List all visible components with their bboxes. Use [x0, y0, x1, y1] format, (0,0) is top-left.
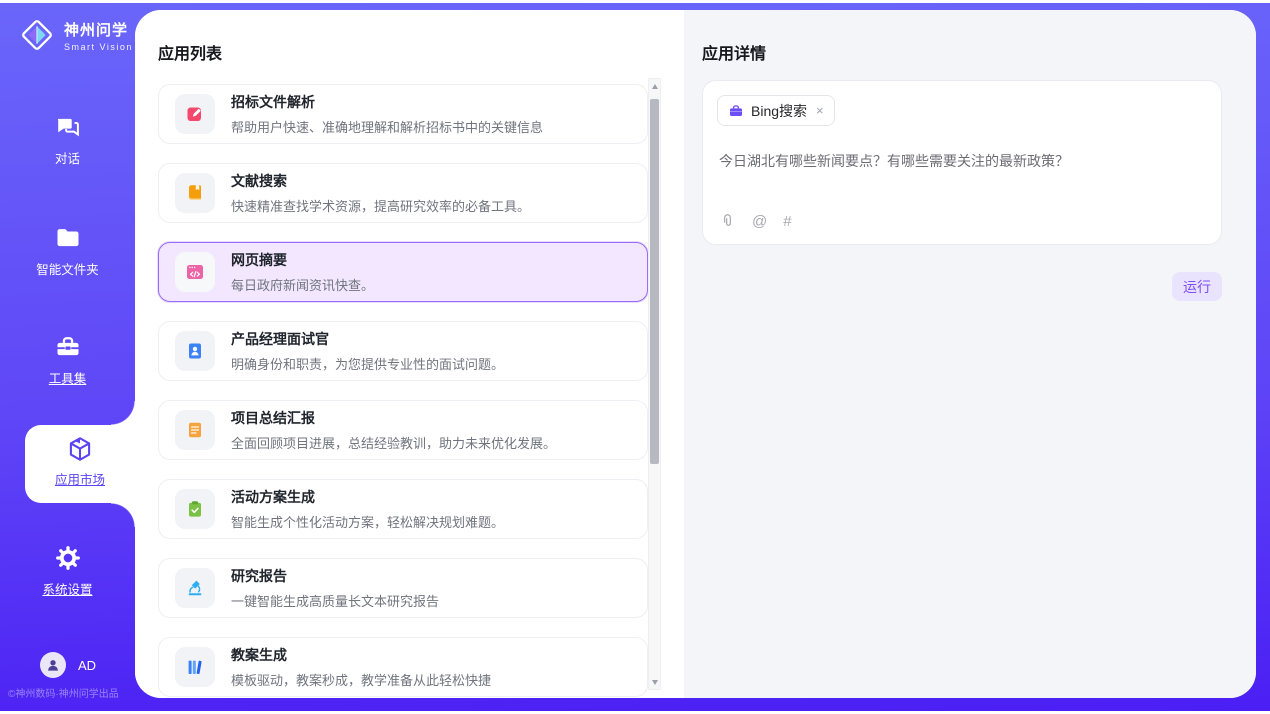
app-card-project-summary[interactable]: 项目总结汇报 全面回顾项目进展，总结经验教训，助力未来优化发展。: [158, 400, 648, 460]
prompt-editor-card: Bing搜索 × 今日湖北有哪些新闻要点？有哪些需要关注的最新政策？ @ #: [702, 80, 1222, 245]
briefcase-icon: [728, 103, 744, 119]
scroll-up-icon[interactable]: [649, 80, 660, 92]
app-card-title: 活动方案生成: [231, 487, 504, 507]
edit-document-icon: [175, 94, 215, 134]
sidebar-item-smart-folder[interactable]: 智能文件夹: [0, 224, 135, 278]
brand-subtitle: Smart Vision: [64, 42, 133, 52]
app-card-desc: 帮助用户快速、准确地理解和解析招标书中的关键信息: [231, 117, 543, 136]
sidebar-item-toolset[interactable]: 工具集: [0, 333, 135, 387]
scrollbar[interactable]: [648, 78, 661, 690]
report-note-icon: [175, 410, 215, 450]
app-card-research-report[interactable]: 研究报告 一键智能生成高质量长文本研究报告: [158, 558, 648, 618]
user-initials: AD: [78, 658, 96, 673]
app-card-desc: 智能生成个性化活动方案，轻松解决规划难题。: [231, 512, 504, 531]
tool-chip-label: Bing搜索: [751, 101, 807, 121]
sidebar-item-label: 智能文件夹: [0, 259, 135, 278]
toolbox-icon: [54, 333, 82, 361]
chat-icon: [54, 113, 82, 141]
brand-logo: 神州问学 Smart Vision: [18, 16, 133, 54]
books-icon: [175, 647, 215, 687]
browser-code-icon: [175, 252, 215, 292]
sidebar-item-label: 工具集: [0, 368, 135, 387]
app-card-title: 网页摘要: [231, 250, 374, 270]
app-card-bid-parse[interactable]: 招标文件解析 帮助用户快速、准确地理解和解析招标书中的关键信息: [158, 84, 648, 144]
query-input[interactable]: 今日湖北有哪些新闻要点？有哪些需要关注的最新政策？: [719, 151, 1199, 171]
sidebar-footer: ©神州数码·神州问学出品: [8, 685, 135, 700]
diamond-logo-icon: [18, 16, 56, 54]
main-panel: 应用列表 招标文件解析 帮助用户快速、准确地理解和解析招标书中的关键信息: [135, 10, 1256, 698]
app-card-list: 招标文件解析 帮助用户快速、准确地理解和解析招标书中的关键信息 文献搜索: [158, 84, 648, 697]
app-card-title: 教案生成: [231, 645, 491, 665]
tool-chip-bing-search[interactable]: Bing搜索 ×: [717, 95, 835, 126]
app-list-pane: 应用列表 招标文件解析 帮助用户快速、准确地理解和解析招标书中的关键信息: [135, 10, 684, 698]
brand-name: 神州问学: [64, 19, 133, 40]
app-card-title: 产品经理面试官: [231, 329, 504, 349]
person-icon: [45, 657, 61, 673]
mention-icon[interactable]: @: [752, 213, 767, 230]
app-detail-pane: 应用详情 Bing搜索 × 今日湖北有哪些新闻要点？有哪些需要关注的最新政策？: [684, 10, 1256, 698]
folder-icon: [54, 224, 82, 252]
gear-icon: [54, 544, 82, 572]
paperclip-icon[interactable]: [719, 213, 736, 230]
clipboard-check-icon: [175, 489, 215, 529]
app-card-web-summary[interactable]: 网页摘要 每日政府新闻资讯快查。: [158, 242, 648, 302]
sidebar: 神州问学 Smart Vision 对话 智能文件夹 工具: [0, 3, 135, 711]
app-card-desc: 一键智能生成高质量长文本研究报告: [231, 591, 439, 610]
app-card-literature-search[interactable]: 文献搜索 快速精准查找学术资源，提高研究效率的必备工具。: [158, 163, 648, 223]
scroll-down-icon[interactable]: [649, 676, 660, 688]
app-card-desc: 全面回顾项目进展，总结经验教训，助力未来优化发展。: [231, 433, 556, 452]
app-list-title: 应用列表: [158, 40, 222, 64]
app-window: 应用市场 神州问学 Smart Vision 对话: [0, 0, 1270, 714]
avatar: [40, 652, 66, 678]
interview-doc-icon: [175, 331, 215, 371]
app-card-desc: 每日政府新闻资讯快查。: [231, 275, 374, 294]
app-card-desc: 明确身份和职责，为您提供专业性的面试问题。: [231, 354, 504, 373]
app-card-event-plan[interactable]: 活动方案生成 智能生成个性化活动方案，轻松解决规划难题。: [158, 479, 648, 539]
user-account[interactable]: AD: [40, 652, 96, 678]
app-card-lesson-plan[interactable]: 教案生成 模板驱动，教案秒成，教学准备从此轻松快捷: [158, 637, 648, 697]
app-card-title: 招标文件解析: [231, 92, 543, 112]
scroll-thumb[interactable]: [650, 99, 659, 464]
app-card-desc: 快速精准查找学术资源，提高研究效率的必备工具。: [231, 196, 530, 215]
app-detail-title: 应用详情: [702, 40, 766, 64]
input-toolbar: @ #: [719, 213, 792, 230]
run-button[interactable]: 运行: [1172, 272, 1222, 301]
app-card-title: 项目总结汇报: [231, 408, 556, 428]
app-card-desc: 模板驱动，教案秒成，教学准备从此轻松快捷: [231, 670, 491, 689]
app-card-pm-interviewer[interactable]: 产品经理面试官 明确身份和职责，为您提供专业性的面试问题。: [158, 321, 648, 381]
close-icon[interactable]: ×: [816, 103, 824, 118]
app-card-title: 文献搜索: [231, 171, 530, 191]
hash-icon[interactable]: #: [783, 213, 791, 230]
sidebar-item-label: 对话: [0, 148, 135, 167]
sidebar-item-settings[interactable]: 系统设置: [0, 544, 135, 598]
sidebar-item-chat[interactable]: 对话: [0, 113, 135, 167]
app-card-title: 研究报告: [231, 566, 439, 586]
book-icon: [175, 173, 215, 213]
sidebar-item-label: 系统设置: [0, 579, 135, 598]
microscope-icon: [175, 568, 215, 608]
